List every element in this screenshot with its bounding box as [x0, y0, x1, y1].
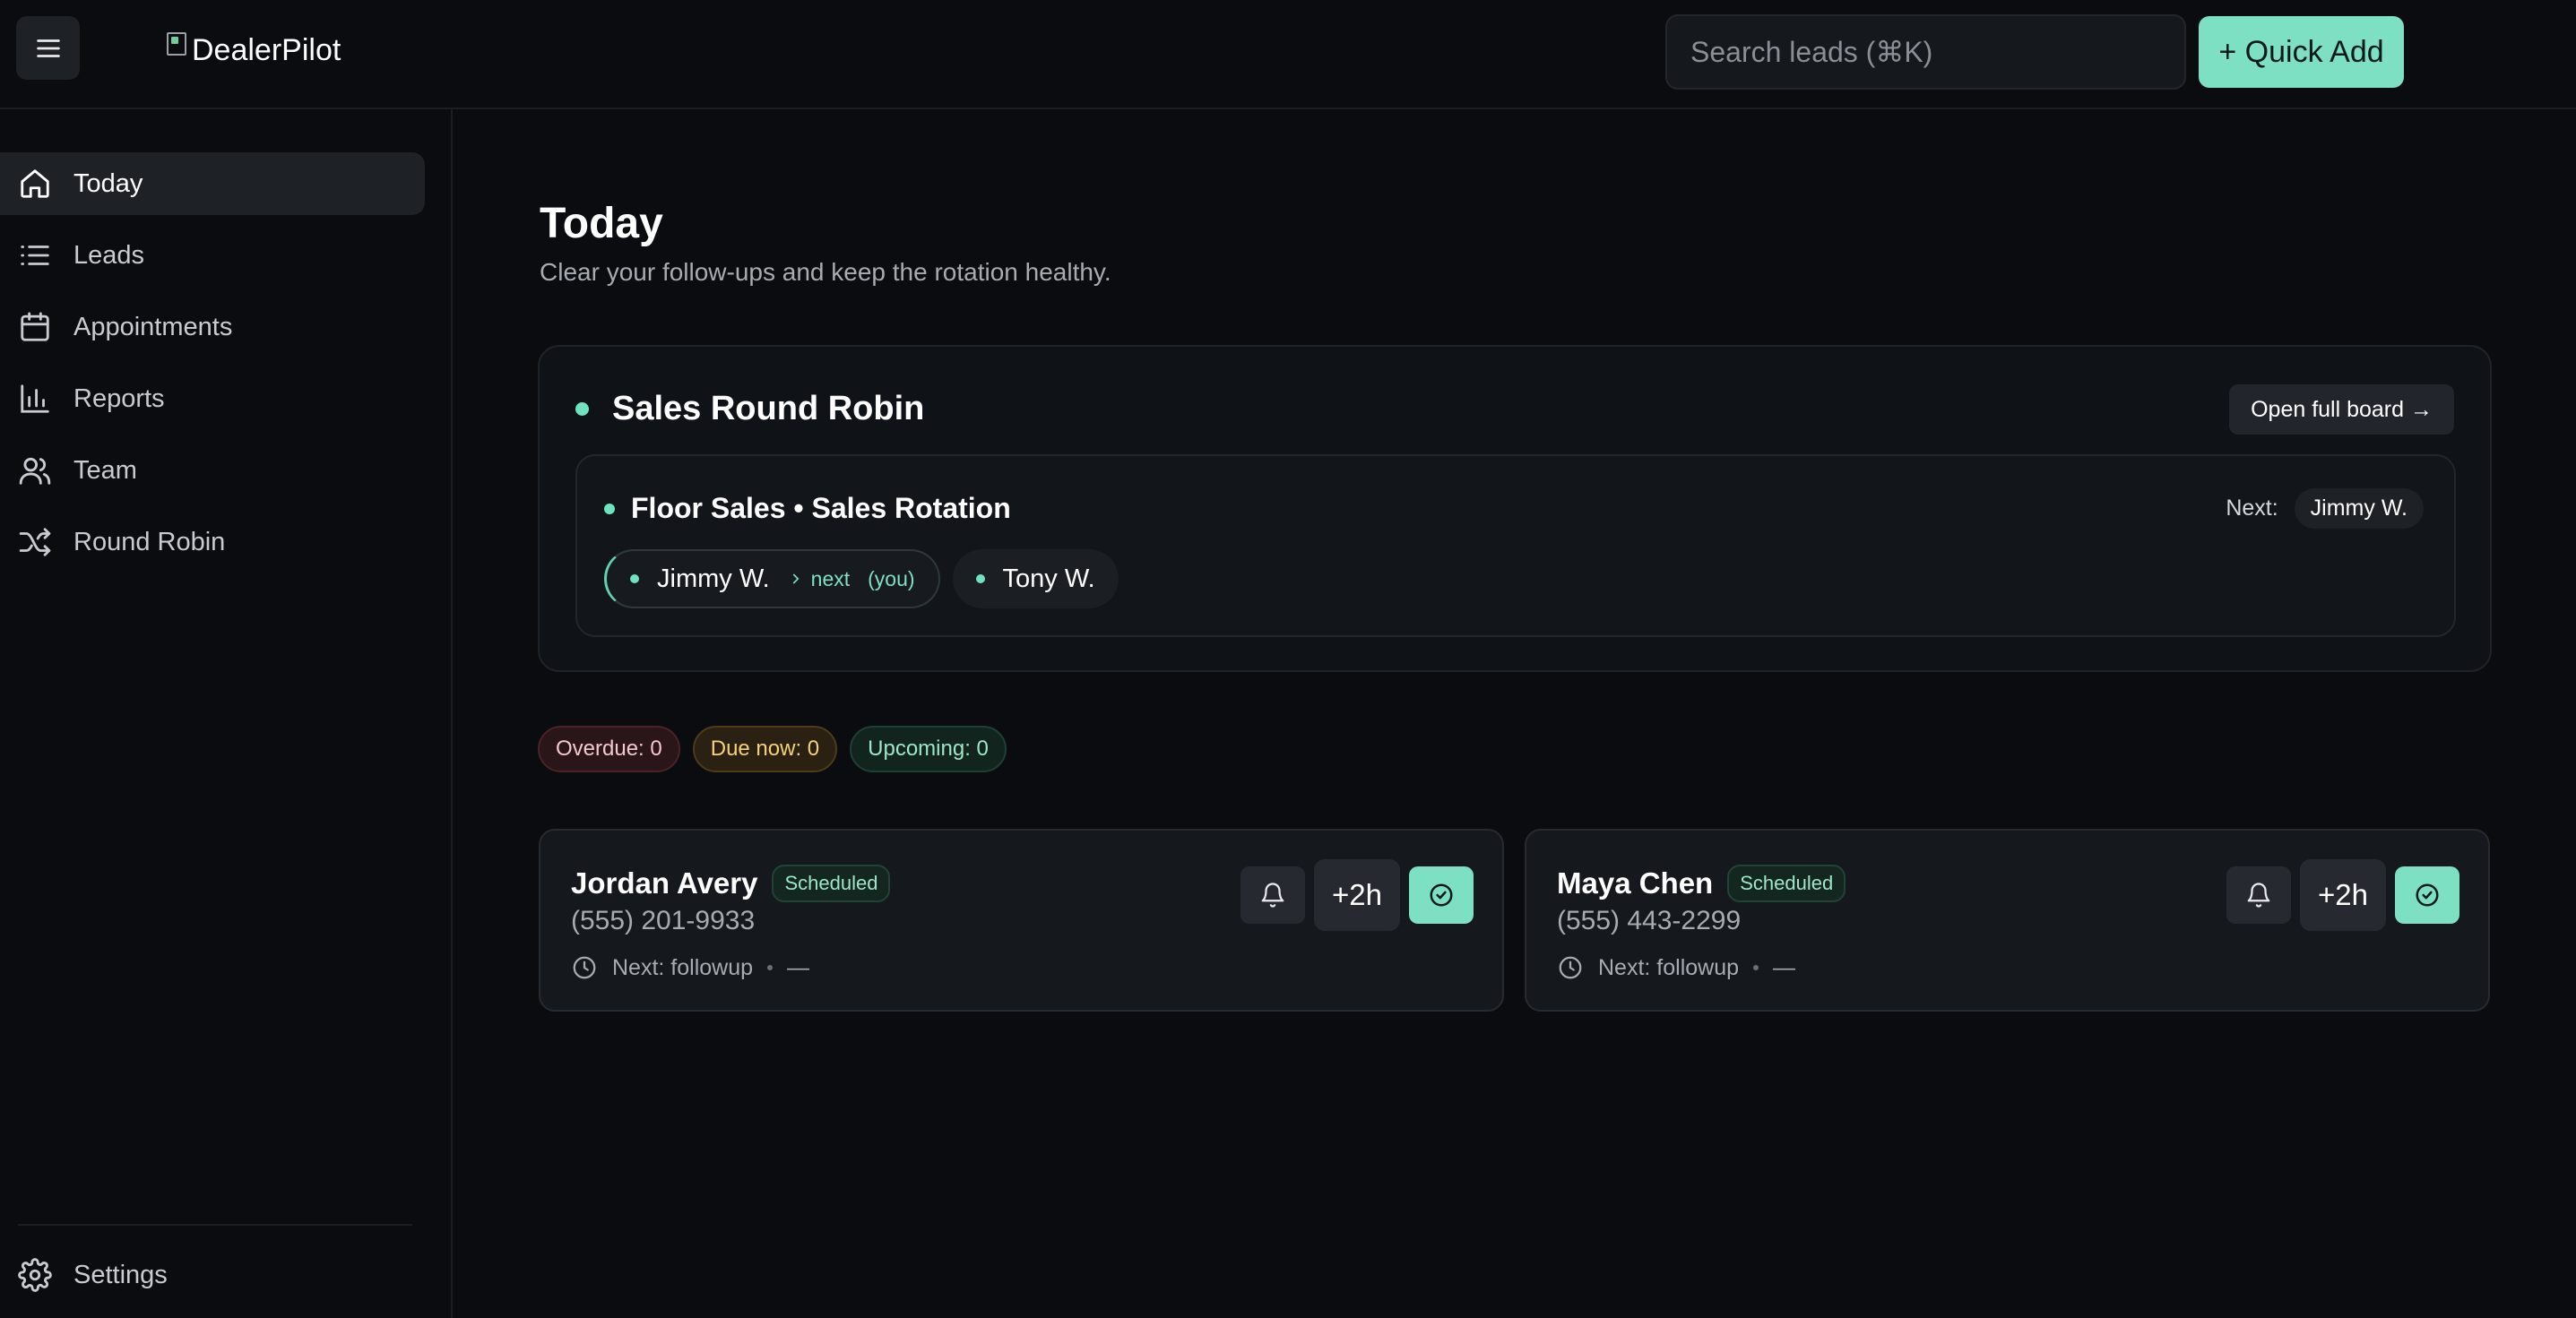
calendar-icon [21, 312, 49, 341]
next-action-time: — [787, 954, 810, 980]
sidebar-item-label: Team [73, 455, 137, 485]
round-robin-card: Sales Round Robin Open full board → Floo… [538, 345, 2492, 672]
lead-actions: +2h [2226, 859, 2459, 931]
you-tag: (you) [868, 566, 915, 590]
sidebar-item-label: Appointments [73, 312, 233, 341]
status-dot-icon [575, 402, 589, 416]
app-logo[interactable]: DealerPilot [167, 27, 341, 73]
logo-alt-text: DealerPilot [192, 32, 341, 67]
shuffle-icon [19, 528, 51, 556]
sidebar-item-team[interactable]: Team [0, 439, 425, 502]
lead-actions: +2h [1240, 859, 1474, 931]
lead-card[interactable]: Jordan Avery Scheduled (555) 201-9933 Ne… [539, 829, 1504, 1012]
sidebar-item-appointments[interactable]: Appointments [0, 296, 425, 358]
next-name-chip: Jimmy W. [2294, 488, 2424, 529]
next-tag-text: next [810, 566, 851, 590]
rotation-member-chip[interactable]: Tony W. [952, 549, 1119, 608]
rotation-member-chip[interactable]: Jimmy W. next (you) [604, 549, 940, 608]
search-input[interactable] [1665, 14, 2186, 90]
upcoming-badge[interactable]: Upcoming: 0 [850, 726, 1007, 772]
sidebar-item-reports[interactable]: Reports [0, 367, 425, 430]
check-circle-icon [2416, 883, 2439, 907]
due-now-badge[interactable]: Due now: 0 [692, 726, 838, 772]
next-action-text: Next: followup [1598, 954, 1740, 980]
status-badge: Scheduled [1727, 865, 1846, 902]
clock-icon [1559, 956, 1582, 979]
next-label: Next: [2226, 495, 2278, 521]
chevron-right-icon [792, 573, 800, 584]
status-dot-icon [630, 574, 639, 583]
sidebar-item-settings[interactable]: Settings [0, 1244, 425, 1306]
hamburger-menu-button[interactable] [16, 16, 80, 80]
lead-card[interactable]: Maya Chen Scheduled (555) 443-2299 Next:… [1525, 829, 2490, 1012]
remind-button[interactable] [2226, 866, 2291, 924]
sidebar-item-today[interactable]: Today [0, 152, 425, 215]
sidebar-item-label: Reports [73, 383, 165, 413]
gear-icon [18, 1258, 52, 1292]
lead-name[interactable]: Maya Chen [1557, 866, 1713, 900]
next-action-text: Next: followup [612, 954, 754, 980]
users-icon [19, 457, 51, 485]
separator-dot [767, 965, 774, 970]
next-up-indicator: Next: Jimmy W. [2226, 488, 2424, 529]
member-name: Tony W. [1002, 564, 1095, 593]
status-dot-icon [604, 503, 615, 514]
bell-icon [2247, 883, 2270, 908]
home-icon [21, 169, 49, 198]
sidebar-item-label: Round Robin [73, 527, 226, 556]
sidebar-item-label: Leads [73, 240, 145, 270]
lead-name-row: Jordan Avery Scheduled [571, 865, 891, 902]
status-dot-icon [975, 574, 985, 583]
next-tag: next [788, 567, 850, 591]
check-circle-icon [1430, 883, 1453, 907]
lead-next-action: Next: followup — [1557, 954, 1795, 981]
round-robin-title-text: Sales Round Robin [612, 390, 925, 427]
separator-dot [1753, 965, 1759, 970]
lead-name[interactable]: Jordan Avery [571, 866, 757, 900]
rotation-members: Jimmy W. next (you) Tony W. [604, 549, 1119, 608]
page-subtitle: Clear your follow-ups and keep the rotat… [540, 258, 1111, 286]
complete-button[interactable] [1409, 866, 1474, 924]
broken-image-icon [167, 32, 186, 56]
lead-next-action: Next: followup — [571, 954, 809, 981]
open-full-board-button[interactable]: Open full board → [2229, 384, 2454, 435]
rotation-panel: Floor Sales • Sales Rotation Next: Jimmy… [575, 454, 2456, 637]
sidebar: Today Leads Appointments Reports Team Ro… [0, 109, 453, 1318]
snooze-2h-button[interactable]: +2h [1314, 859, 1400, 931]
sidebar-item-round-robin[interactable]: Round Robin [0, 511, 425, 573]
member-name: Jimmy W. [657, 564, 770, 593]
sidebar-item-label: Today [73, 168, 143, 198]
complete-button[interactable] [2395, 866, 2459, 924]
sidebar-item-label: Settings [73, 1260, 168, 1289]
rotation-title: Floor Sales • Sales Rotation [604, 492, 1011, 525]
rotation-title-text: Floor Sales • Sales Rotation [631, 492, 1011, 524]
hamburger-icon [36, 39, 60, 57]
lead-phone[interactable]: (555) 443-2299 [1557, 906, 1741, 936]
bell-icon [1261, 883, 1284, 908]
lead-name-row: Maya Chen Scheduled [1557, 865, 1846, 902]
snooze-2h-button[interactable]: +2h [2300, 859, 2386, 931]
lead-phone[interactable]: (555) 201-9933 [571, 906, 755, 936]
page-title: Today [540, 200, 663, 247]
list-icon [21, 246, 49, 265]
sidebar-divider [18, 1224, 412, 1226]
overdue-badge[interactable]: Overdue: 0 [538, 726, 680, 772]
round-robin-title: Sales Round Robin [575, 390, 924, 428]
status-badge: Scheduled [772, 865, 891, 902]
top-header: DealerPilot + Quick Add [0, 0, 2576, 109]
quick-add-button[interactable]: + Quick Add [2199, 16, 2404, 88]
clock-icon [573, 956, 596, 979]
remind-button[interactable] [1240, 866, 1305, 924]
bar-chart-icon [21, 384, 49, 413]
sidebar-item-leads[interactable]: Leads [0, 224, 425, 287]
followup-summary-badges: Overdue: 0 Due now: 0 Upcoming: 0 [538, 726, 1007, 772]
next-action-time: — [1773, 954, 1796, 980]
